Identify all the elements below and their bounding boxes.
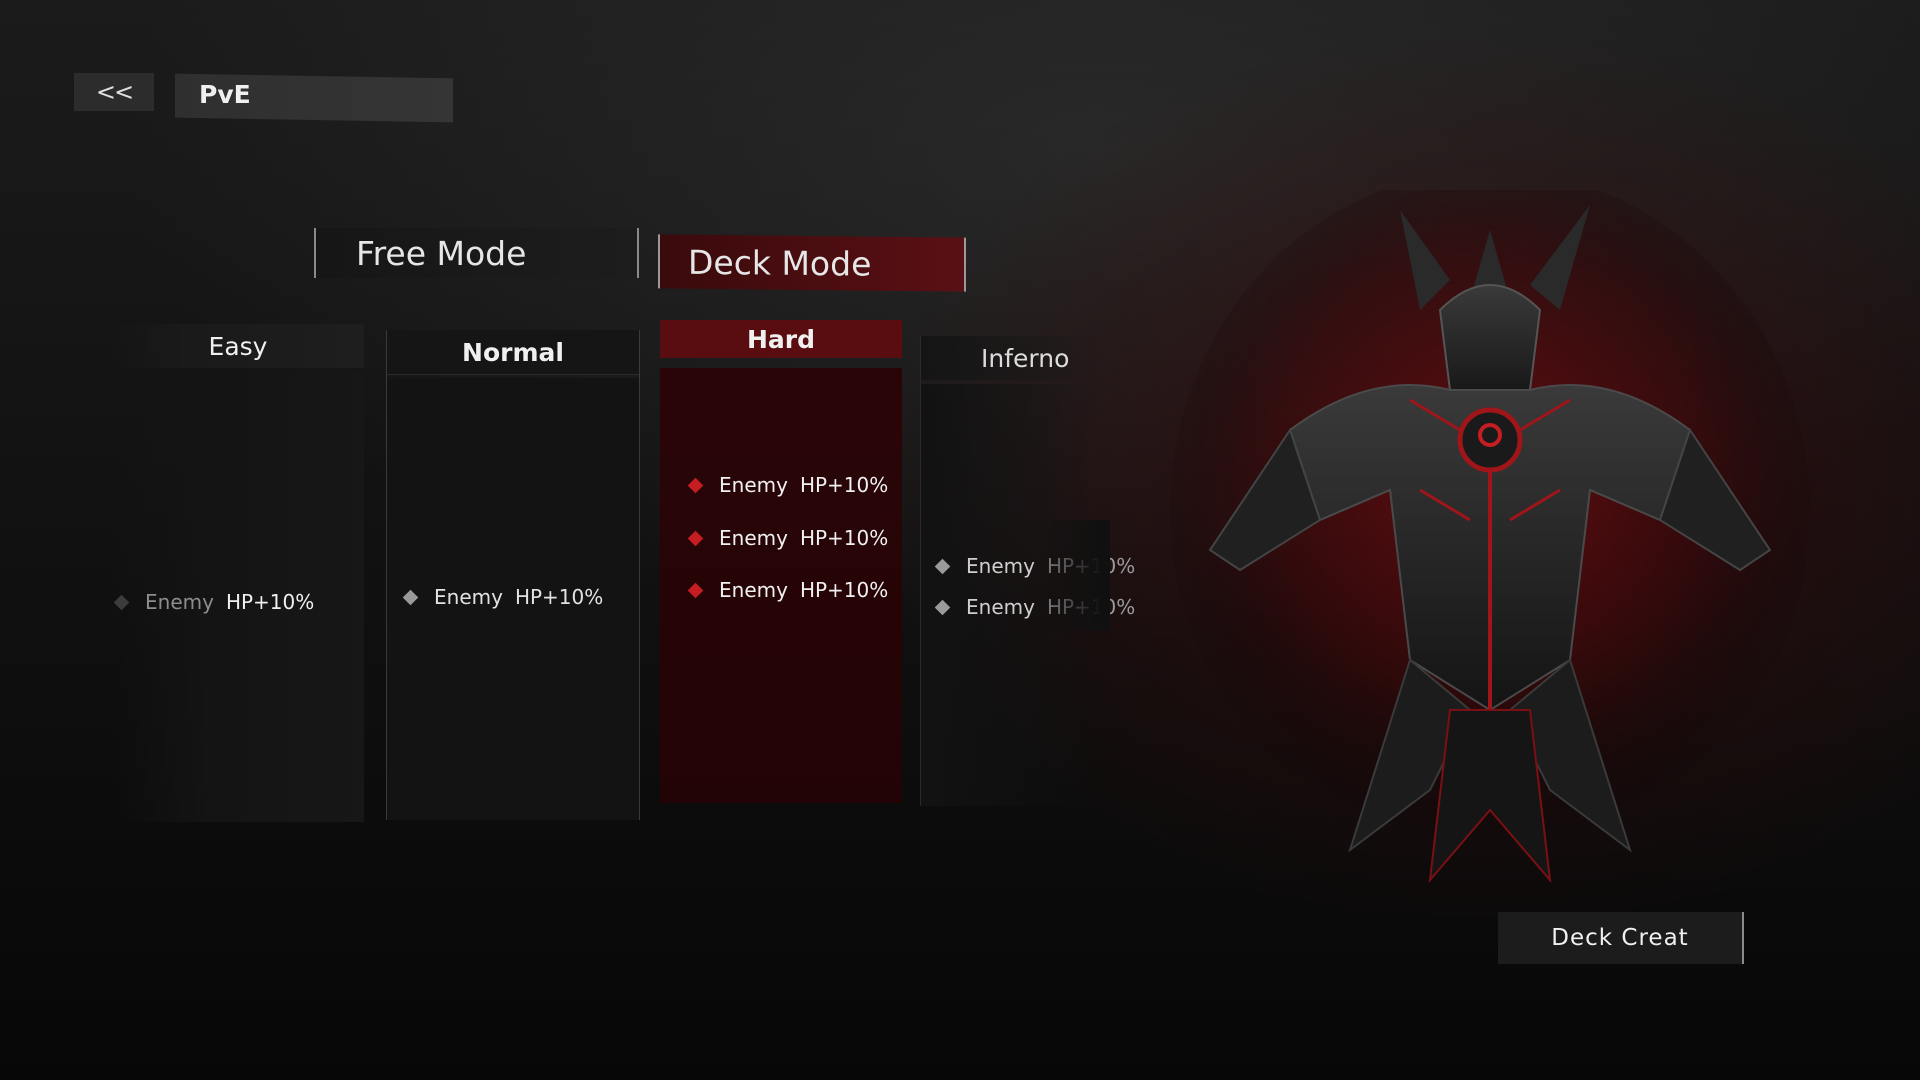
back-button[interactable]: << (74, 73, 154, 111)
diamond-bullet-icon (687, 582, 704, 598)
effect-label: Enemy (145, 590, 214, 614)
effect-label: Enemy (966, 595, 1035, 619)
effect-value: HP+10% (225, 590, 315, 614)
difficulty-body: Enemy HP+10% (387, 378, 639, 820)
back-chevron-icon: << (95, 78, 134, 106)
effect-label: Enemy (719, 473, 788, 497)
difficulty-card-normal[interactable]: Normal Enemy HP+10% (386, 330, 640, 820)
difficulty-title: Normal (387, 330, 639, 375)
effect-label: Enemy (966, 554, 1035, 578)
effect-label: Enemy (434, 585, 503, 609)
difficulty-card-easy[interactable]: Easy Enemy HP+10% (112, 324, 364, 822)
tab-free-mode[interactable]: Free Mode (314, 228, 639, 278)
page-title: PvE (199, 80, 251, 109)
diamond-bullet-icon (113, 594, 130, 610)
effect-item: Enemy HP+10% (687, 526, 889, 550)
diamond-bullet-icon (934, 599, 951, 615)
effect-label: Enemy (719, 578, 788, 602)
effect-value: HP+10% (799, 526, 889, 550)
effect-value: HP+10% (799, 473, 889, 497)
tab-deck-mode-label: Deck Mode (688, 242, 872, 284)
inferno-fade-overlay (1030, 520, 1110, 630)
difficulty-body: Enemy HP+10% Enemy HP+10% Enemy HP+10% (660, 368, 902, 803)
effect-value: HP+10% (799, 578, 889, 602)
difficulty-body: Enemy HP+10% (112, 372, 364, 822)
effect-item: Enemy HP+10% (687, 578, 889, 602)
effect-value: HP+10% (514, 585, 604, 609)
tab-free-mode-label: Free Mode (356, 233, 527, 273)
diamond-bullet-icon (934, 558, 951, 574)
pve-screen: << PvE Free Mode Deck Mode Easy Enemy HP… (0, 0, 1920, 1080)
deck-create-button[interactable]: Deck Creat (1498, 912, 1744, 964)
difficulty-card-hard[interactable]: Hard Enemy HP+10% Enemy HP+10% Enemy HP+… (660, 320, 902, 803)
effect-item: Enemy HP+10% (687, 473, 889, 497)
diamond-bullet-icon (687, 477, 704, 493)
deck-create-label: Deck Creat (1551, 925, 1689, 951)
effect-label: Enemy (719, 526, 788, 550)
difficulty-title: Easy (112, 324, 364, 368)
diamond-bullet-icon (402, 589, 419, 605)
diamond-bullet-icon (687, 530, 704, 546)
effect-item: Enemy HP+10% (113, 590, 315, 614)
boss-character-image (1170, 190, 1810, 884)
tab-deck-mode[interactable]: Deck Mode (658, 234, 966, 292)
difficulty-title: Inferno (921, 336, 1100, 380)
difficulty-title: Hard (660, 320, 902, 358)
effect-item: Enemy HP+10% (402, 585, 604, 609)
